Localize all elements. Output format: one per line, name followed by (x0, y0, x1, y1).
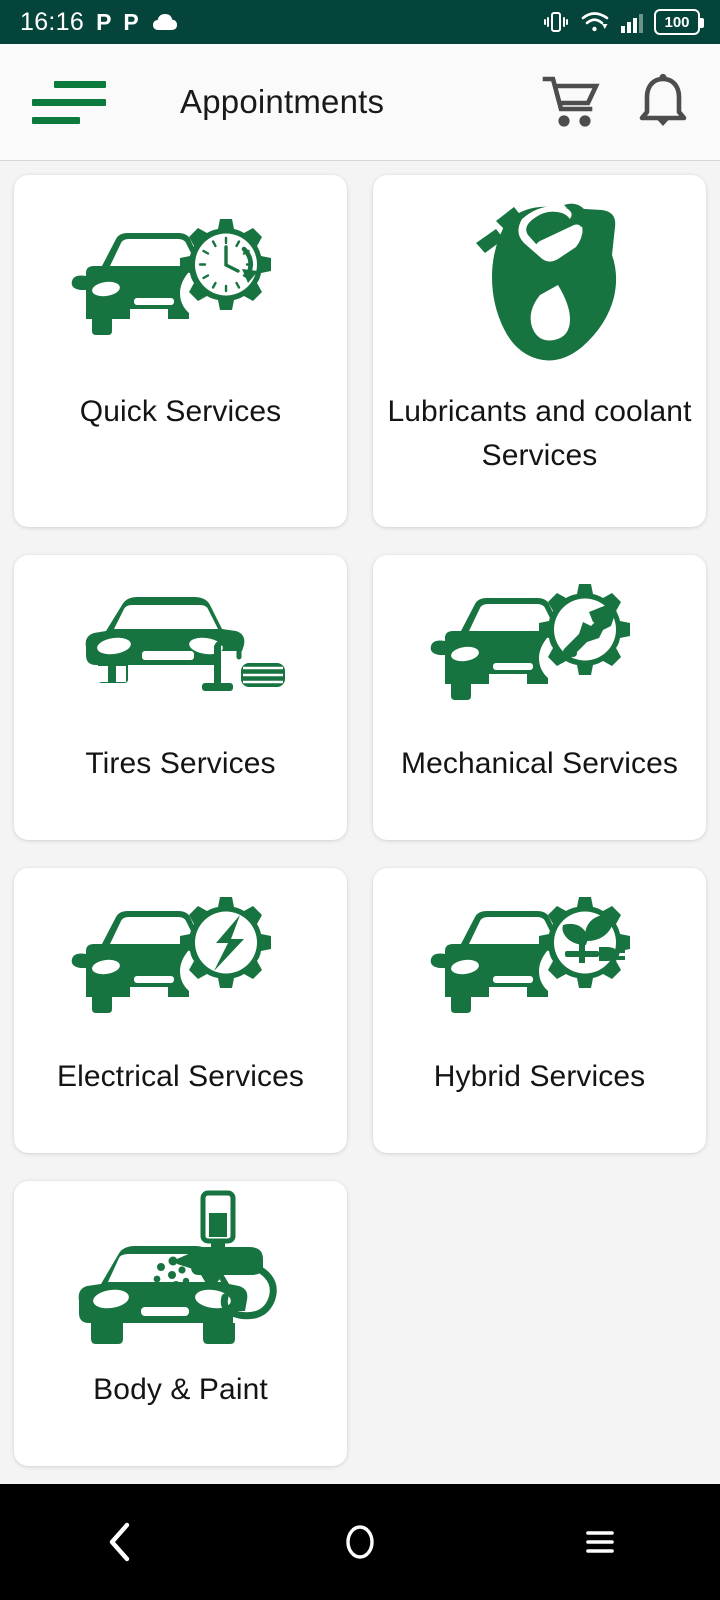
back-icon[interactable] (65, 1502, 175, 1582)
car-jack-tire-icon (14, 555, 347, 740)
service-card-lubricants-services[interactable]: Lubricants and coolant Services (373, 175, 706, 527)
cellular-signal-icon (621, 11, 643, 33)
gear-bolt-badge (179, 896, 271, 988)
battery-level-text: 100 (664, 13, 690, 31)
hand-oil-bottle-icon (373, 175, 706, 390)
car-gear-clock-icon (14, 175, 347, 390)
cloud-icon (151, 12, 179, 32)
car-gear-wrench-icon (373, 555, 706, 740)
car-spray-gun-icon (14, 1181, 347, 1366)
status-bar: 16:16 P P 100 (0, 0, 720, 44)
service-card-label: Quick Services (79, 395, 282, 428)
service-card-tires-services[interactable]: Tires Services (14, 555, 347, 840)
page-title: Appointments (180, 83, 385, 120)
hamburger-menu-icon[interactable] (32, 77, 106, 127)
phone-screen: 16:16 P P 100 Appointments Quick Service… (0, 0, 720, 1600)
service-card-quick-services[interactable]: Quick Services (14, 175, 347, 527)
service-card-label: Hybrid Services (433, 1060, 646, 1093)
service-card-label: Tires Services (85, 747, 276, 780)
service-card-electrical-services[interactable]: Electrical Services (14, 868, 347, 1153)
service-card-hybrid-services[interactable]: Hybrid Services (373, 868, 706, 1153)
service-card-label: Electrical Services (57, 1060, 304, 1093)
home-icon[interactable] (305, 1502, 415, 1582)
app-notification-glyph-2: P (123, 8, 139, 35)
system-navigation-bar (0, 1484, 720, 1600)
gear-leaf-plug-badge (538, 896, 630, 988)
service-card-label: Body & Paint (93, 1373, 268, 1406)
wifi-icon (580, 10, 610, 34)
car-gear-bolt-icon (14, 868, 347, 1053)
status-bar-right: 100 (543, 9, 704, 35)
service-card-mechanical-services[interactable]: Mechanical Services (373, 555, 706, 840)
service-card-body-paint-services[interactable]: Body & Paint (14, 1181, 347, 1466)
app-bar-actions (540, 71, 694, 133)
status-clock: 16:16 (20, 7, 85, 36)
service-card-label: Mechanical Services (400, 747, 678, 780)
services-scroll-area[interactable]: Quick Services Lubricants and coolant Se… (0, 161, 720, 1484)
battery-icon: 100 (654, 9, 704, 35)
gear-clock-badge (179, 218, 271, 310)
vibrate-icon (543, 9, 569, 35)
recents-icon[interactable] (545, 1502, 655, 1582)
services-grid: Quick Services Lubricants and coolant Se… (14, 175, 706, 1466)
service-card-label: Lubricants and coolant Services (387, 395, 692, 472)
car-gear-leaf-plug-icon (373, 868, 706, 1053)
app-bar: Appointments (0, 44, 720, 161)
app-notification-glyph-1: P (96, 8, 112, 35)
gear-wrench-badge (538, 583, 630, 675)
shopping-cart-icon[interactable] (540, 71, 602, 133)
bell-icon[interactable] (632, 71, 694, 133)
status-bar-left: 16:16 P P (20, 7, 179, 36)
